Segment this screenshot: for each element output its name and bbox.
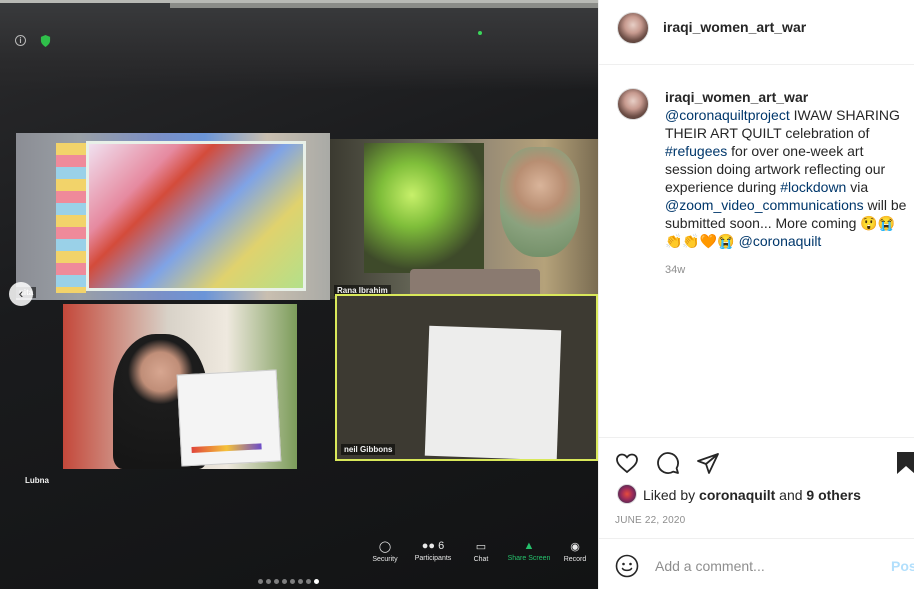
divider — [599, 538, 914, 539]
post-details-panel: iraqi_women_art_war iraqi_women_art_war … — [598, 0, 914, 589]
likes-summary: Liked by coronaquilt and 9 others — [643, 487, 861, 503]
liker-username[interactable]: coronaquilt — [699, 487, 775, 503]
record-button: ◉ Record — [550, 540, 598, 563]
hashtag-link[interactable]: #refugees — [665, 143, 727, 159]
chat-icon: ▭ — [475, 541, 487, 553]
carousel-prev-button[interactable]: ‹ — [9, 282, 33, 306]
carousel-dot — [266, 579, 271, 584]
share-screen-label: Share Screen — [507, 555, 551, 562]
hashtag-link[interactable]: #lockdown — [780, 179, 846, 195]
info-icon: i — [15, 35, 26, 46]
post-photo[interactable]: i nita Rana Ibrahim Lubna neil Gibbons ◯… — [0, 0, 598, 589]
quilt-border — [56, 143, 86, 293]
post-caption: iraqi_women_art_war @coronaquiltproject … — [665, 88, 911, 250]
carousel-dot — [306, 579, 311, 584]
share-screen-icon: ▲ — [523, 540, 535, 552]
art-quilt — [86, 141, 306, 291]
video-tile-lubna — [63, 304, 297, 469]
screen-edge-light — [0, 0, 598, 3]
lock-icon: ◯ — [378, 541, 392, 553]
artwork-paper — [424, 325, 562, 459]
record-icon: ◉ — [570, 541, 580, 553]
security-label: Security — [372, 556, 398, 563]
participants-count: 6 — [438, 540, 445, 552]
post-author-username[interactable]: iraqi_women_art_war — [663, 19, 806, 35]
avatar[interactable] — [617, 88, 649, 120]
divider — [599, 437, 914, 438]
comment-input[interactable] — [655, 556, 875, 576]
tile-name-label: neil Gibbons — [341, 444, 396, 455]
video-tile-nita: nita — [16, 133, 330, 300]
record-label: Record — [563, 556, 587, 563]
zoom-toolbar: ◯ Security ●● 6 Participants ▭ Chat ▲ Sh… — [360, 540, 598, 589]
laptop-bezel — [0, 0, 598, 90]
chat-button: ▭ Chat — [456, 540, 506, 563]
likes-others-link[interactable]: 9 others — [806, 487, 860, 503]
post-comment-button[interactable]: Post — [891, 558, 914, 574]
share-icon[interactable] — [696, 451, 720, 475]
likes-middle: and — [775, 487, 807, 503]
tile-name-label: Lubna — [25, 476, 49, 485]
carousel-dot — [314, 579, 319, 584]
carousel-dots — [258, 571, 322, 584]
participant-video — [500, 147, 580, 257]
carousel-dot — [274, 579, 279, 584]
mention-link[interactable]: @zoom_video_communications — [665, 197, 864, 213]
heart-icon[interactable] — [615, 451, 639, 475]
participants-button: ●● 6 Participants — [408, 540, 458, 562]
carousel-dot — [282, 579, 287, 584]
save-icon[interactable] — [896, 451, 914, 475]
comment-time: 34w — [665, 264, 686, 276]
arabic-poster — [364, 143, 484, 273]
liker-avatar[interactable] — [617, 484, 637, 504]
avatar[interactable] — [617, 12, 649, 44]
carousel-dot — [298, 579, 303, 584]
video-tile-neil: neil Gibbons — [335, 294, 598, 461]
shield-icon — [40, 35, 51, 47]
post-date: JUNE 22, 2020 — [615, 515, 686, 526]
carousel-dot — [290, 579, 295, 584]
mention-link[interactable]: @coronaquilt — [739, 233, 822, 249]
divider — [599, 64, 914, 65]
emoji-icon[interactable] — [615, 554, 639, 578]
security-button: ◯ Security — [360, 540, 410, 563]
caption-emoji: 😲😭 — [860, 215, 896, 231]
camera-indicator — [478, 31, 482, 35]
carousel-dot — [258, 579, 263, 584]
video-tile-rana: Rana Ibrahim — [330, 139, 598, 299]
participants-label: Participants — [414, 555, 452, 562]
caption-username[interactable]: iraqi_women_art_war — [665, 88, 911, 106]
caption-text: via — [846, 179, 869, 195]
chat-label: Chat — [473, 556, 489, 563]
participants-icon: ●● 6 — [421, 540, 445, 552]
artwork-card — [176, 369, 282, 467]
share-screen-button: ▲ Share Screen — [504, 540, 554, 562]
caption-emoji: 👏👏🧡😭 — [665, 233, 739, 249]
mention-link[interactable]: @coronaquiltproject — [665, 107, 790, 123]
comment-icon[interactable] — [656, 451, 680, 475]
likes-prefix: Liked by — [643, 487, 700, 503]
